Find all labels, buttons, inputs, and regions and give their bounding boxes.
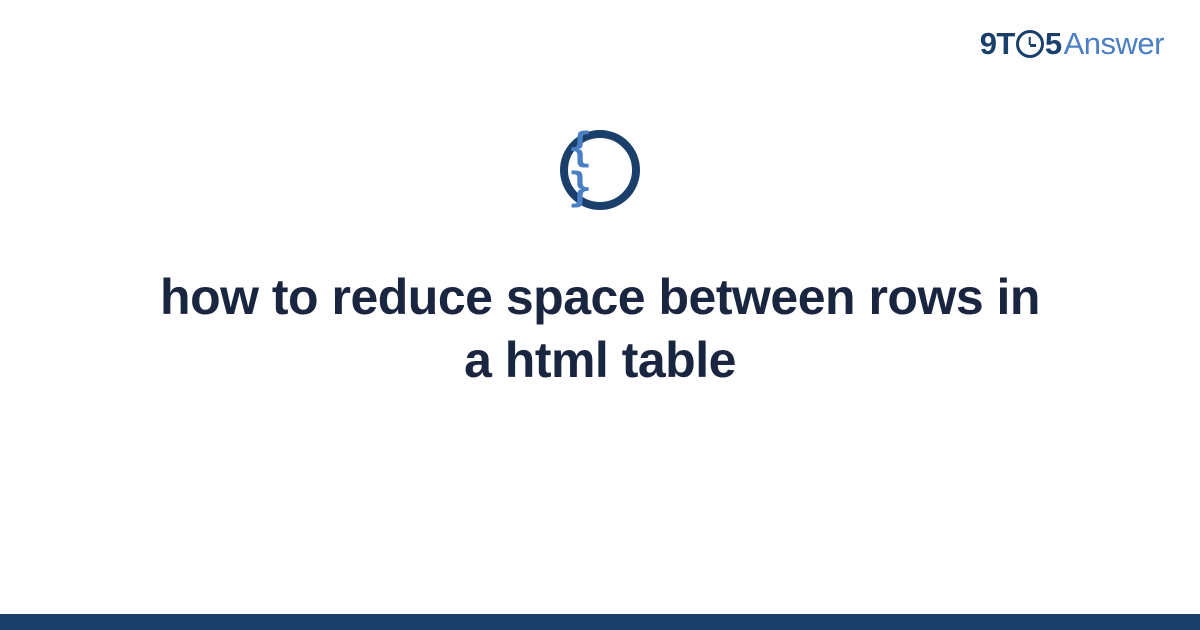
braces-glyph: { } — [568, 128, 632, 208]
logo-suffix: 5 — [1045, 26, 1062, 62]
page-title: how to reduce space between rows in a ht… — [150, 266, 1050, 391]
logo-prefix: 9T — [980, 26, 1015, 62]
main-content: { } how to reduce space between rows in … — [0, 130, 1200, 391]
site-logo: 9T 5 Answer — [980, 26, 1164, 62]
code-braces-icon: { } — [560, 130, 640, 210]
clock-icon — [1016, 30, 1044, 58]
footer-bar — [0, 614, 1200, 630]
logo-word: Answer — [1064, 26, 1164, 62]
